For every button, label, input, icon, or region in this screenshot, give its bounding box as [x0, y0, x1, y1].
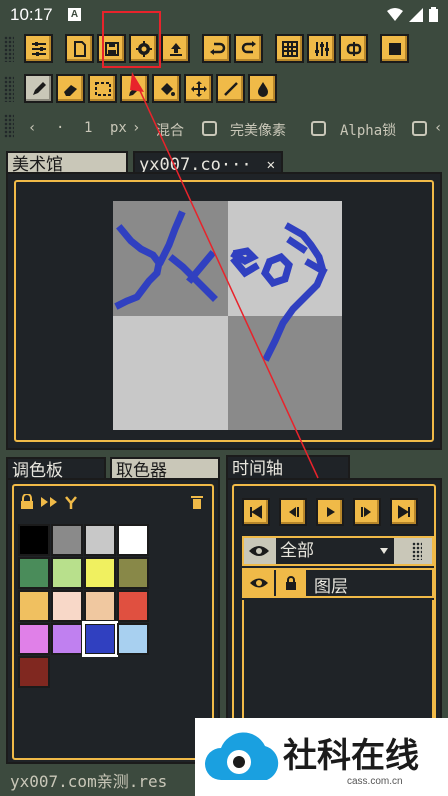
- annotation-arrow: [130, 72, 319, 479]
